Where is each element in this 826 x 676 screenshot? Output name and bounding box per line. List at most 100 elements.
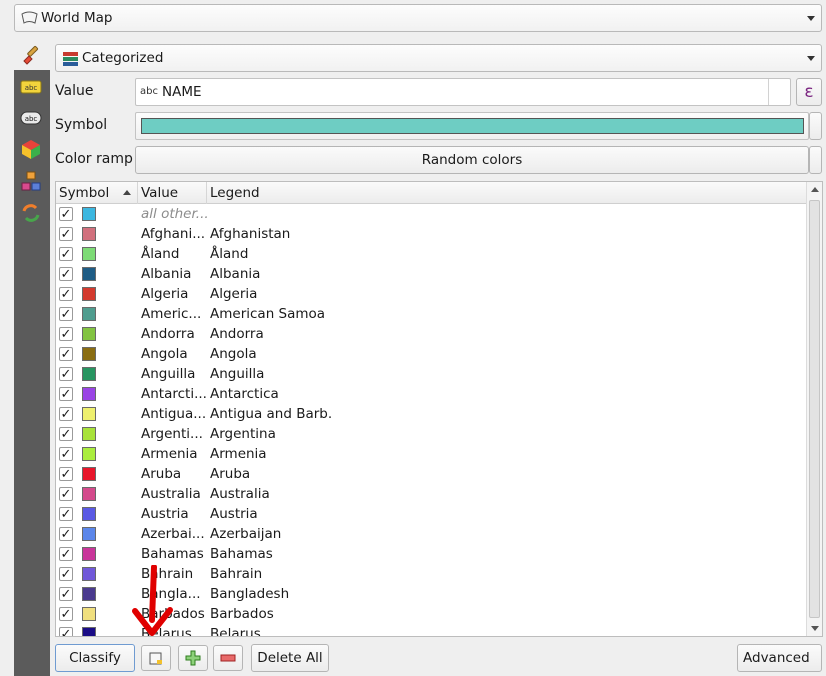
column-header-legend[interactable]: Legend (207, 182, 807, 204)
scroll-down-icon[interactable] (811, 626, 819, 631)
table-row[interactable]: ✓ Andorra Andorra (56, 324, 807, 344)
visibility-checkbox[interactable]: ✓ (59, 407, 73, 421)
table-row[interactable]: ✓ all other... (56, 204, 807, 224)
table-row[interactable]: ✓ Aruba Aruba (56, 464, 807, 484)
category-symbol-swatch[interactable] (82, 287, 96, 301)
table-row[interactable]: ✓ Åland Åland (56, 244, 807, 264)
category-symbol-swatch[interactable] (82, 307, 96, 321)
table-row[interactable]: ✓ Angola Angola (56, 344, 807, 364)
visibility-checkbox[interactable]: ✓ (59, 487, 73, 501)
table-row[interactable]: ✓ Azerbai... Azerbaijan (56, 524, 807, 544)
category-symbol-swatch[interactable] (82, 447, 96, 461)
category-value: Anguilla (141, 366, 196, 382)
visibility-checkbox[interactable]: ✓ (59, 307, 73, 321)
category-symbol-swatch[interactable] (82, 507, 96, 521)
table-row[interactable]: ✓ Bahamas Bahamas (56, 544, 807, 564)
table-row[interactable]: ✓ Afghani... Afghanistan (56, 224, 807, 244)
tab-3d-view[interactable] (14, 134, 50, 164)
category-symbol-swatch[interactable] (82, 367, 96, 381)
table-row[interactable]: ✓ Algeria Algeria (56, 284, 807, 304)
field-type-icon: abc (140, 86, 158, 97)
tab-symbology[interactable] (14, 40, 50, 70)
renderer-selector[interactable]: Categorized (55, 44, 822, 72)
scrollbar-thumb[interactable] (809, 200, 820, 618)
layer-name: World Map (41, 10, 113, 26)
category-symbol-swatch[interactable] (82, 567, 96, 581)
visibility-checkbox[interactable]: ✓ (59, 547, 73, 561)
category-symbol-swatch[interactable] (82, 467, 96, 481)
category-symbol-swatch[interactable] (82, 427, 96, 441)
column-header-value[interactable]: Value (138, 182, 207, 204)
category-symbol-swatch[interactable] (82, 607, 96, 621)
column-header-symbol[interactable]: Symbol (56, 182, 138, 204)
visibility-checkbox[interactable]: ✓ (59, 327, 73, 341)
table-row[interactable]: ✓ Austria Austria (56, 504, 807, 524)
visibility-checkbox[interactable]: ✓ (59, 507, 73, 521)
table-row[interactable]: ✓ Albania Albania (56, 264, 807, 284)
vertical-scrollbar[interactable] (806, 182, 822, 636)
tab-labels[interactable]: abc (14, 72, 50, 102)
category-symbol-swatch[interactable] (82, 247, 96, 261)
tab-diagrams[interactable] (14, 166, 50, 196)
category-legend: Barbados (210, 606, 274, 622)
visibility-checkbox[interactable]: ✓ (59, 627, 73, 636)
visibility-checkbox[interactable]: ✓ (59, 527, 73, 541)
value-dropdown-button[interactable] (768, 79, 790, 105)
value-field-selector[interactable]: abc NAME (135, 78, 791, 106)
table-row[interactable]: ✓ Argenti... Argentina (56, 424, 807, 444)
table-row[interactable]: ✓ Anguilla Anguilla (56, 364, 807, 384)
layer-selector[interactable]: World Map (14, 4, 822, 32)
color-ramp-button[interactable]: Random colors (135, 146, 809, 174)
category-symbol-swatch[interactable] (82, 267, 96, 281)
category-legend: Antigua and Barb. (210, 406, 333, 422)
visibility-checkbox[interactable]: ✓ (59, 207, 73, 221)
add-category-button[interactable] (178, 645, 208, 671)
color-ramp-menu-button[interactable] (809, 146, 822, 174)
visibility-checkbox[interactable]: ✓ (59, 427, 73, 441)
add-legend-group-button[interactable] (141, 645, 171, 671)
minus-icon (220, 654, 236, 662)
visibility-checkbox[interactable]: ✓ (59, 267, 73, 281)
classify-button[interactable]: Classify (55, 644, 135, 672)
visibility-checkbox[interactable]: ✓ (59, 587, 73, 601)
visibility-checkbox[interactable]: ✓ (59, 367, 73, 381)
category-symbol-swatch[interactable] (82, 547, 96, 561)
advanced-menu-button[interactable]: Advanced (737, 644, 822, 672)
category-symbol-swatch[interactable] (82, 407, 96, 421)
scroll-up-icon[interactable] (811, 187, 819, 192)
table-row[interactable]: ✓ Antarcti... Antarctica (56, 384, 807, 404)
table-row[interactable]: ✓ Armenia Armenia (56, 444, 807, 464)
symbol-menu-button[interactable] (809, 112, 822, 140)
category-value: Afghani... (141, 226, 206, 242)
category-symbol-swatch[interactable] (82, 227, 96, 241)
visibility-checkbox[interactable]: ✓ (59, 607, 73, 621)
category-symbol-swatch[interactable] (82, 387, 96, 401)
expression-button[interactable]: ε (796, 78, 822, 106)
table-row[interactable]: ✓ Antigua... Antigua and Barb. (56, 404, 807, 424)
visibility-checkbox[interactable]: ✓ (59, 467, 73, 481)
tab-fields[interactable] (14, 198, 50, 228)
category-legend: Argentina (210, 426, 276, 442)
category-symbol-swatch[interactable] (82, 587, 96, 601)
visibility-checkbox[interactable]: ✓ (59, 287, 73, 301)
remove-category-button[interactable] (213, 645, 243, 671)
visibility-checkbox[interactable]: ✓ (59, 387, 73, 401)
visibility-checkbox[interactable]: ✓ (59, 447, 73, 461)
table-row[interactable]: ✓ Australia Australia (56, 484, 807, 504)
category-symbol-swatch[interactable] (82, 207, 96, 221)
table-row[interactable]: ✓ Americ... American Samoa (56, 304, 807, 324)
category-symbol-swatch[interactable] (82, 527, 96, 541)
delete-all-button[interactable]: Delete All (251, 644, 329, 672)
visibility-checkbox[interactable]: ✓ (59, 567, 73, 581)
renderer-type: Categorized (82, 50, 164, 66)
tab-masks[interactable]: abc (14, 103, 50, 133)
category-legend: Afghanistan (210, 226, 291, 242)
category-symbol-swatch[interactable] (82, 487, 96, 501)
symbol-button[interactable] (135, 112, 809, 140)
category-symbol-swatch[interactable] (82, 327, 96, 341)
category-symbol-swatch[interactable] (82, 627, 96, 636)
category-symbol-swatch[interactable] (82, 347, 96, 361)
visibility-checkbox[interactable]: ✓ (59, 247, 73, 261)
visibility-checkbox[interactable]: ✓ (59, 227, 73, 241)
visibility-checkbox[interactable]: ✓ (59, 347, 73, 361)
